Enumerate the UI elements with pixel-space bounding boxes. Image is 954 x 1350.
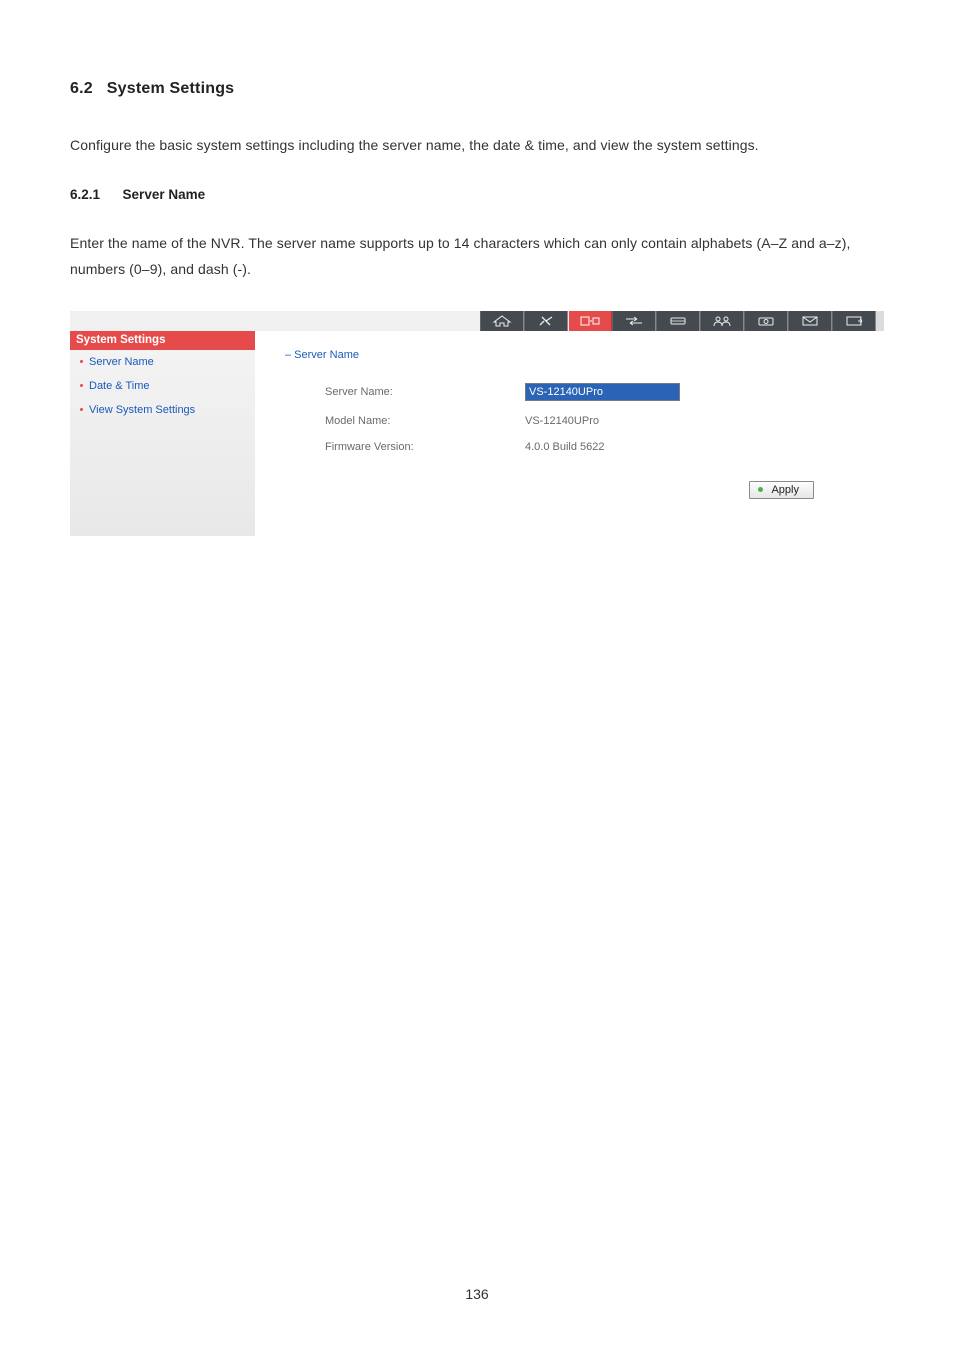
section-number: 6.2 [70, 80, 93, 97]
sidebar: System Settings Server Name Date & Time … [70, 331, 255, 536]
section-heading: 6.2 System Settings [70, 80, 884, 98]
envelope-icon[interactable] [788, 311, 832, 331]
sidebar-item-date-time[interactable]: Date & Time [70, 374, 255, 398]
arrows-icon[interactable] [612, 311, 656, 331]
section-intro: Configure the basic system settings incl… [70, 132, 884, 159]
subsection-number: 6.2.1 [70, 187, 100, 202]
toolbar-spacer [70, 311, 480, 331]
label-firmware-version: Firmware Version: [325, 441, 525, 453]
label-server-name: Server Name: [325, 386, 525, 398]
server-name-input[interactable] [525, 383, 680, 401]
plug-icon[interactable] [524, 311, 568, 331]
sidebar-header: System Settings [70, 331, 255, 350]
subsection-intro: Enter the name of the NVR. The server na… [70, 230, 884, 283]
apply-button-label: Apply [771, 484, 799, 496]
value-model-name: VS-12140UPro [525, 415, 599, 427]
log-icon[interactable] [832, 311, 876, 331]
users-icon[interactable] [700, 311, 744, 331]
sidebar-item-label: Date & Time [89, 380, 150, 392]
panel-heading: – Server Name [285, 349, 854, 361]
top-toolbar [70, 311, 884, 331]
row-model-name: Model Name: VS-12140UPro [285, 415, 854, 427]
contacts-icon[interactable] [568, 311, 612, 331]
row-server-name: Server Name: [285, 383, 854, 401]
subsection-heading: 6.2.1 Server Name [70, 187, 884, 202]
drive-icon[interactable] [656, 311, 700, 331]
page-number: 136 [0, 1286, 954, 1302]
subsection-title: Server Name [123, 187, 206, 202]
sidebar-item-label: Server Name [89, 356, 154, 368]
value-firmware-version: 4.0.0 Build 5622 [525, 441, 605, 453]
sidebar-item-label: View System Settings [89, 404, 195, 416]
apply-button[interactable]: Apply [749, 481, 814, 499]
section-title: System Settings [107, 80, 234, 97]
bullet-icon [80, 408, 83, 411]
bullet-icon [80, 360, 83, 363]
bullet-icon [80, 384, 83, 387]
settings-panel: – Server Name Server Name: Model Name: V… [255, 331, 884, 536]
label-model-name: Model Name: [325, 415, 525, 427]
row-firmware-version: Firmware Version: 4.0.0 Build 5622 [285, 441, 854, 453]
embedded-screenshot: System Settings Server Name Date & Time … [70, 311, 884, 536]
status-dot-icon [758, 487, 763, 492]
sidebar-item-view-system-settings[interactable]: View System Settings [70, 398, 255, 422]
sidebar-item-server-name[interactable]: Server Name [70, 350, 255, 374]
camera-icon[interactable] [744, 311, 788, 331]
house-icon[interactable] [480, 311, 524, 331]
